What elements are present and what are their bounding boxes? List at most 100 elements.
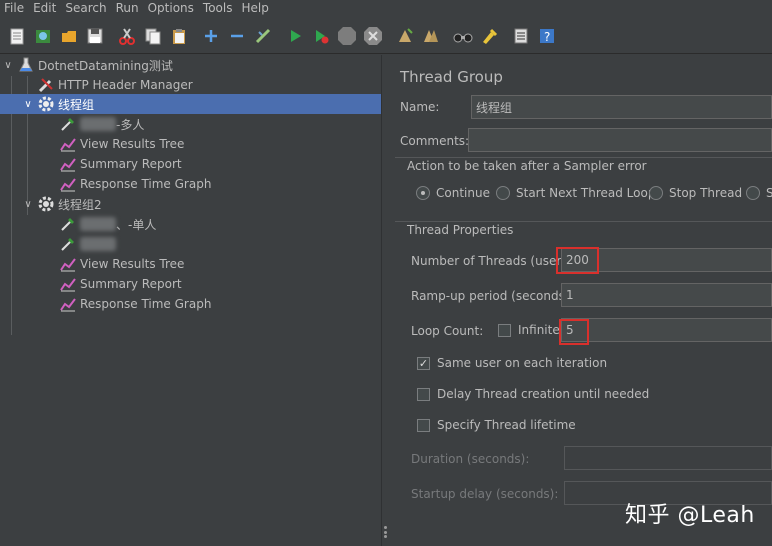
startup-delay-label: Startup delay (seconds): bbox=[411, 487, 559, 501]
delay-thread-creation-checkbox[interactable]: Delay Thread creation until needed bbox=[417, 387, 649, 401]
comments-label: Comments: bbox=[400, 134, 470, 148]
help-icon[interactable]: ? bbox=[536, 25, 558, 47]
redacted-text bbox=[80, 117, 116, 131]
tree-node-view-results-tree-2[interactable]: View Results Tree bbox=[60, 254, 184, 274]
redacted-text bbox=[80, 217, 116, 231]
search-icon[interactable] bbox=[452, 25, 474, 47]
save-icon[interactable] bbox=[84, 25, 106, 47]
radio-start-next-thread-loop[interactable]: Start Next Thread Loop bbox=[496, 186, 655, 200]
tree-node-thread-group-1[interactable]: ∨ 线程组 bbox=[0, 94, 381, 114]
radio-icon bbox=[746, 186, 760, 200]
templates-icon[interactable] bbox=[32, 25, 54, 47]
clear-icon[interactable] bbox=[394, 25, 416, 47]
rampup-label: Ramp-up period (seconds): bbox=[411, 289, 574, 303]
name-label: Name: bbox=[400, 100, 440, 114]
thread-properties-title: Thread Properties bbox=[407, 223, 514, 237]
comments-input[interactable] bbox=[468, 128, 772, 152]
divider bbox=[395, 157, 772, 158]
tree-node-sampler-single[interactable]: 、-单人 bbox=[60, 214, 156, 234]
menu-edit[interactable]: Edit bbox=[29, 0, 61, 17]
tree-node-response-time-graph-1[interactable]: Response Time Graph bbox=[60, 174, 211, 194]
menu-tools[interactable]: Tools bbox=[199, 0, 238, 17]
pipette-icon bbox=[60, 116, 76, 132]
tree-node-thread-group-2[interactable]: ∨ 线程组2 bbox=[22, 194, 102, 214]
start-no-pauses-icon[interactable] bbox=[310, 25, 332, 47]
same-user-checkbox[interactable]: ✓ Same user on each iteration bbox=[417, 356, 607, 370]
checkbox-icon bbox=[498, 323, 511, 337]
menu-bar: File Edit Search Run Options Tools Help bbox=[0, 0, 772, 17]
menu-options[interactable]: Options bbox=[144, 0, 199, 17]
checkmark-icon: ✓ bbox=[417, 356, 430, 370]
threads-label: Number of Threads (users): bbox=[411, 254, 577, 268]
copy-icon[interactable] bbox=[142, 25, 164, 47]
graph-icon bbox=[60, 296, 76, 312]
menu-help[interactable]: Help bbox=[237, 0, 273, 17]
tree-node-response-time-graph-2[interactable]: Response Time Graph bbox=[60, 294, 211, 314]
graph-icon bbox=[60, 256, 76, 272]
graph-icon bbox=[60, 136, 76, 152]
graph-icon bbox=[60, 176, 76, 192]
name-input[interactable]: 线程组 bbox=[471, 95, 772, 119]
radio-stop-thread[interactable]: Stop Thread bbox=[649, 186, 742, 200]
radio-icon bbox=[496, 186, 510, 200]
open-icon[interactable] bbox=[58, 25, 80, 47]
graph-icon bbox=[60, 276, 76, 292]
toggle-icon[interactable] bbox=[252, 25, 274, 47]
graph-icon bbox=[60, 156, 76, 172]
specify-lifetime-checkbox[interactable]: Specify Thread lifetime bbox=[417, 418, 576, 432]
rampup-input[interactable]: 1 bbox=[561, 283, 772, 307]
tree-node-view-results-tree-1[interactable]: View Results Tree bbox=[60, 134, 184, 154]
stop-icon[interactable] bbox=[336, 25, 358, 47]
pane-splitter[interactable] bbox=[381, 55, 389, 546]
svg-text:?: ? bbox=[544, 30, 550, 44]
loop-count-label: Loop Count: bbox=[411, 324, 484, 338]
cut-icon[interactable] bbox=[116, 25, 138, 47]
radio-selected-icon bbox=[416, 186, 430, 200]
gear-icon bbox=[38, 96, 54, 112]
wrench-icon bbox=[38, 77, 54, 93]
flask-icon bbox=[18, 57, 34, 73]
panel-title: Thread Group bbox=[400, 68, 503, 86]
splitter-grip-icon[interactable] bbox=[384, 526, 387, 538]
chevron-down-icon[interactable]: ∨ bbox=[22, 199, 34, 210]
tree-node-summary-report-1[interactable]: Summary Report bbox=[60, 154, 182, 174]
tree-node-sampler-multi[interactable]: -多人 bbox=[60, 114, 144, 134]
radio-stop-test[interactable]: S bbox=[746, 186, 772, 200]
expand-icon[interactable] bbox=[200, 25, 222, 47]
collapse-icon[interactable] bbox=[226, 25, 248, 47]
paste-icon[interactable] bbox=[168, 25, 190, 47]
duration-label: Duration (seconds): bbox=[411, 452, 530, 466]
test-plan-tree: ∨ DotnetDatamining测试 HTTP Header Manager… bbox=[0, 55, 381, 546]
radio-continue[interactable]: Continue bbox=[416, 186, 490, 200]
redacted-text bbox=[80, 237, 116, 251]
error-section-title: Action to be taken after a Sampler error bbox=[407, 159, 647, 173]
gear-icon bbox=[38, 196, 54, 212]
function-helper-icon[interactable] bbox=[510, 25, 532, 47]
thread-group-panel: Thread Group Name: 线程组 Comments: Action … bbox=[389, 55, 772, 546]
chevron-down-icon[interactable]: ∨ bbox=[2, 60, 14, 71]
watermark: 知乎 @Leah bbox=[625, 503, 755, 528]
new-file-icon[interactable] bbox=[6, 25, 28, 47]
radio-icon bbox=[649, 186, 663, 200]
threads-input[interactable]: 200 bbox=[561, 248, 772, 272]
tree-node-summary-report-2[interactable]: Summary Report bbox=[60, 274, 182, 294]
chevron-down-icon[interactable]: ∨ bbox=[22, 99, 34, 110]
infinite-checkbox[interactable]: Infinite bbox=[498, 323, 560, 337]
reset-search-icon[interactable] bbox=[478, 25, 500, 47]
divider bbox=[395, 221, 772, 222]
tree-node-sampler-redacted[interactable] bbox=[60, 234, 116, 254]
start-icon[interactable] bbox=[284, 25, 306, 47]
clear-all-icon[interactable] bbox=[420, 25, 442, 47]
pipette-icon bbox=[60, 216, 76, 232]
toolbar: ? bbox=[0, 18, 772, 54]
duration-input bbox=[564, 446, 772, 470]
pipette-icon bbox=[60, 236, 76, 252]
tree-node-test-plan[interactable]: ∨ DotnetDatamining测试 bbox=[2, 55, 173, 75]
loop-count-input[interactable]: 5 bbox=[561, 318, 772, 342]
menu-file[interactable]: File bbox=[0, 0, 29, 17]
tree-node-http-header-manager[interactable]: HTTP Header Manager bbox=[38, 75, 193, 95]
shutdown-icon[interactable] bbox=[362, 25, 384, 47]
menu-run[interactable]: Run bbox=[112, 0, 144, 17]
menu-search[interactable]: Search bbox=[61, 0, 111, 17]
checkbox-icon bbox=[417, 418, 430, 432]
